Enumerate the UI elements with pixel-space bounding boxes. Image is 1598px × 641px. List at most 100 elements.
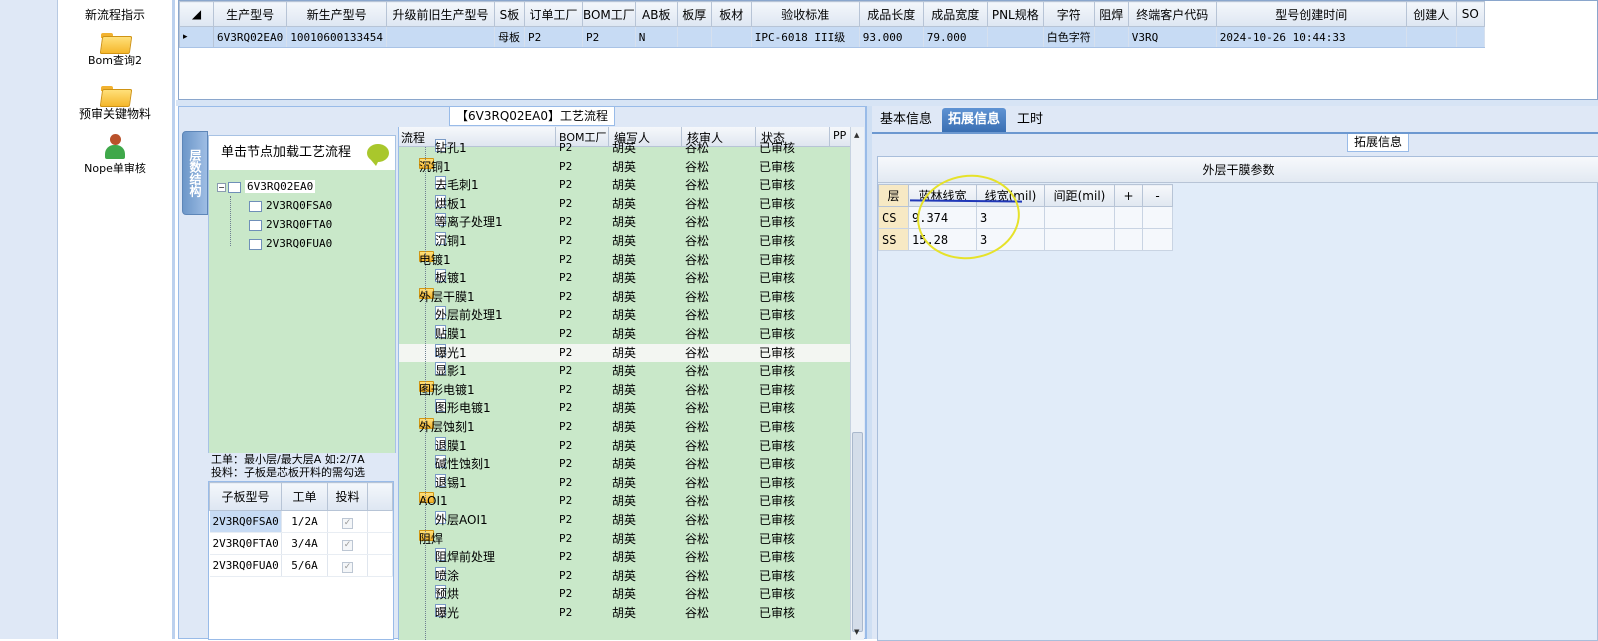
flow-row[interactable]: −图形电镀1P2胡英谷松已审核 [399,380,850,400]
column-header[interactable]: 板材 [710,1,752,27]
tree-child[interactable]: 2V3RQ0FTA0 [249,217,332,233]
column-header[interactable]: 升级前旧生产型号 [385,1,495,27]
col-width[interactable]: 蓝林线宽 [908,184,977,207]
column-header[interactable]: SO [1455,1,1485,27]
tree-child[interactable]: 2V3RQ0FSA0 [249,198,332,214]
feed-cell[interactable]: ✓ [327,532,368,555]
table-cell[interactable]: 10010600133454 [286,26,387,48]
flow-row[interactable]: −AOI1P2胡英谷松已审核 [399,492,850,511]
tab-layer-structure[interactable]: 层数结构 [182,131,208,215]
table-row[interactable]: SS 15.28 3 [878,228,1173,251]
layer-cell[interactable]: SS [878,228,909,251]
table-cell[interactable] [987,26,1044,48]
table-row[interactable]: CS 9.374 3 [878,206,1173,229]
space-mil-cell[interactable] [1044,206,1115,229]
order-cell[interactable]: 1/2A [281,510,328,533]
table-cell[interactable]: IPC-6018 III级 [751,26,860,48]
tab-extended-info[interactable]: 拓展信息 [942,108,1007,132]
column-header[interactable]: 成品长度 [858,1,924,27]
checkbox-icon[interactable] [249,238,262,250]
flow-row[interactable]: −外层蚀刻1P2胡英谷松已审核 [399,418,850,437]
column-header[interactable]: 订单工厂 [523,1,583,27]
col-layer[interactable]: 层 [878,184,909,207]
table-cell[interactable]: 79.000 [923,26,988,48]
col-line-mil[interactable]: 线宽(mil) [976,184,1045,207]
table-cell[interactable]: N [635,26,678,48]
flow-row[interactable]: 等离子处理1 P2 胡英 谷松 已审核 [399,213,850,232]
table-cell[interactable] [711,26,752,48]
table-cell[interactable] [677,26,712,48]
column-header[interactable]: BOM工厂 [581,1,636,27]
add-column-button[interactable]: + [1114,184,1143,207]
col-order[interactable]: 工单 [281,482,328,511]
table-row[interactable]: ▸ 6V3RQ02EA0 10010600133454 母板 P2 P2 N IPC-601… [179,26,1485,48]
table-cell[interactable]: 母板 [494,26,525,48]
flow-row[interactable]: 显影1 P2 胡英 谷松 已审核 [399,362,850,381]
table-cell[interactable]: 6V3RQ02EA0 [213,26,288,48]
width-cell[interactable]: 9.374 [908,206,977,229]
checkbox-icon[interactable]: ✓ [342,517,353,529]
table-cell[interactable] [1406,26,1457,48]
flow-row[interactable]: −电镀1P2胡英谷松已审核 [399,250,850,270]
table-cell[interactable]: 白色字符 [1043,26,1095,48]
collapse-icon[interactable]: − [217,182,226,192]
column-header[interactable]: 创建人 [1405,1,1457,27]
flow-row[interactable]: −沉铜1P2胡英谷松已审核 [399,157,850,177]
flow-row[interactable]: 图形电镀1 P2 胡英 谷松 已审核 [399,399,850,418]
table-cell[interactable] [386,26,495,48]
col-feed[interactable]: 投料 [327,482,368,511]
column-header[interactable]: 板厚 [676,1,712,27]
flow-row[interactable]: 去毛刺1 P2 胡英 谷松 已审核 [399,176,850,195]
checkbox-icon[interactable] [228,181,241,193]
feed-cell[interactable]: ✓ [327,510,368,533]
flow-row[interactable]: 板镀1 P2 胡英 谷松 已审核 [399,269,850,288]
col-space-mil[interactable]: 间距(mil) [1044,184,1115,207]
column-header[interactable]: 终端客户代码 [1127,1,1217,27]
flow-row[interactable]: 贴膜1 P2 胡英 谷松 已审核 [399,325,850,344]
column-header[interactable]: 生产型号 [212,1,288,27]
order-cell[interactable]: 5/6A [281,554,328,577]
tab-work-hours[interactable]: 工时 [1011,108,1049,132]
column-header[interactable]: 成品宽度 [922,1,988,27]
tree-child[interactable]: 2V3RQ0FUA0 [249,236,332,252]
flow-row[interactable]: 曝光1 P2 胡英 谷松 已审核 [399,343,850,363]
column-header[interactable]: 新生产型号 [286,1,387,27]
column-header[interactable]: S板 [493,1,525,27]
table-row[interactable]: 2V3RQ0FUA0 5/6A ✓ [209,554,393,577]
minus-cell[interactable] [1142,206,1173,229]
flow-row[interactable]: 碱性蚀刻1 P2 胡英 谷松 已审核 [399,455,850,474]
flow-row[interactable]: 烘板1 P2 胡英 谷松 已审核 [399,194,850,214]
flow-row[interactable]: 外层前处理1 P2 胡英 谷松 已审核 [399,306,850,325]
flow-row[interactable]: −阻焊P2胡英谷松已审核 [399,529,850,549]
checkbox-icon[interactable]: ✓ [342,561,353,573]
nav-item-nope-review[interactable]: Nope单审核 [58,134,172,176]
checkbox-icon[interactable] [249,219,262,231]
tree-root[interactable]: − 6V3RQ02EA0 [217,179,316,195]
flow-row[interactable]: 喷涂 P2 胡英 谷松 已审核 [399,566,850,586]
table-cell[interactable]: 93.000 [859,26,924,48]
checkbox-icon[interactable] [249,200,262,212]
nav-divider[interactable] [172,0,175,639]
minus-cell[interactable] [1142,228,1173,251]
plus-cell[interactable] [1114,206,1143,229]
scroll-up-icon[interactable]: ▲ [854,131,859,139]
flow-row[interactable]: 曝光 P2 胡英 谷松 已审核 [399,604,850,623]
table-cell[interactable] [1094,26,1129,48]
column-header[interactable]: AB板 [634,1,678,27]
tab-basic-info[interactable]: 基本信息 [874,108,938,132]
flow-row[interactable]: 退膜1 P2 胡英 谷松 已审核 [399,436,850,456]
plus-cell[interactable] [1114,228,1143,251]
width-cell[interactable]: 15.28 [908,228,977,251]
col-sub-model[interactable]: 子板型号 [209,482,282,511]
table-cell[interactable]: 2024-10-26 10:44:33 [1216,26,1407,48]
flow-row[interactable]: −外层干膜1P2胡英谷松已审核 [399,287,850,307]
table-cell[interactable]: V3RQ [1128,26,1217,48]
space-mil-cell[interactable] [1044,228,1115,251]
order-cell[interactable]: 3/4A [281,532,328,555]
column-header[interactable]: 型号创建时间 [1215,1,1407,27]
flow-row[interactable]: 外层AOI1 P2 胡英 谷松 已审核 [399,511,850,530]
column-header[interactable]: 字符 [1042,1,1095,27]
sub-model-cell[interactable]: 2V3RQ0FTA0 [209,532,282,555]
table-cell[interactable]: P2 [524,26,583,48]
sub-model-cell[interactable]: 2V3RQ0FSA0 [209,510,282,533]
